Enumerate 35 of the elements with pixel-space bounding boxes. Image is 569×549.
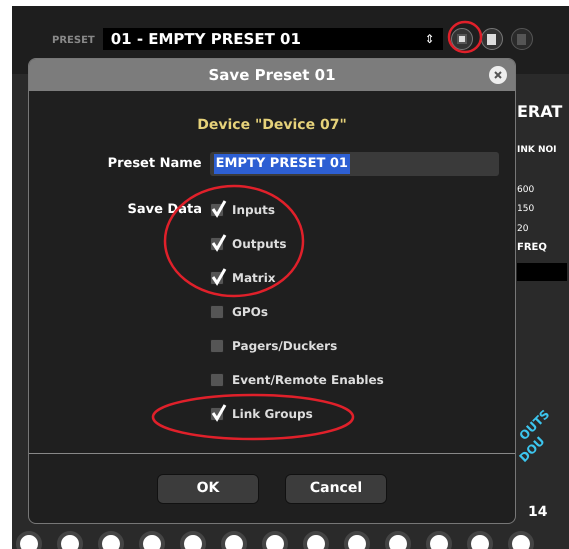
dialog-title-bar: Save Preset 01 xyxy=(29,59,515,91)
highlight-ellipse xyxy=(447,20,483,54)
save-option-checkbox[interactable]: Outputs xyxy=(210,236,384,252)
save-option-checkbox[interactable]: GPOs xyxy=(210,304,384,320)
close-button[interactable] xyxy=(489,66,507,84)
close-icon xyxy=(494,71,502,79)
preset-name-label: Preset Name xyxy=(106,155,203,174)
panel-heading: ERAT xyxy=(517,101,562,123)
checkbox[interactable] xyxy=(210,407,224,421)
dialog-button[interactable]: OK xyxy=(157,474,259,504)
preset-name-field[interactable]: EMPTY PRESET 01 xyxy=(210,152,499,176)
frequency-tick: 150 xyxy=(517,203,534,216)
preset-label: PRESET xyxy=(52,34,95,48)
signal-value: INK NOI xyxy=(517,144,557,157)
preset-dropdown[interactable]: 01 - EMPTY PRESET 01 ⇕ xyxy=(102,28,443,50)
checkbox[interactable] xyxy=(210,305,224,319)
display-panel xyxy=(517,263,567,281)
save-option-checkbox[interactable]: Link Groups xyxy=(210,406,384,422)
save-option-checkbox[interactable]: Inputs xyxy=(210,202,384,218)
dialog-button[interactable]: Cancel xyxy=(285,474,387,504)
save-option-checkbox[interactable]: Pagers/Duckers xyxy=(210,338,384,354)
checkbox[interactable] xyxy=(210,373,224,387)
frequency-tick: 600 xyxy=(517,184,534,196)
save-icon[interactable] xyxy=(450,28,473,50)
checkbox[interactable] xyxy=(210,203,224,217)
save-option-checkbox[interactable]: Event/Remote Enables xyxy=(210,372,384,388)
frequency-tick: 20 xyxy=(517,222,530,236)
save-option-checkbox[interactable]: Matrix xyxy=(210,270,384,286)
device-name: Device "Device 07" xyxy=(197,116,347,135)
frequency-label: FREQ xyxy=(517,241,547,255)
copy-icon[interactable] xyxy=(480,28,503,50)
checkbox[interactable] xyxy=(210,271,224,285)
checkbox[interactable] xyxy=(210,339,224,353)
checkbox[interactable] xyxy=(210,237,224,251)
channel-number: 14 xyxy=(528,503,548,522)
